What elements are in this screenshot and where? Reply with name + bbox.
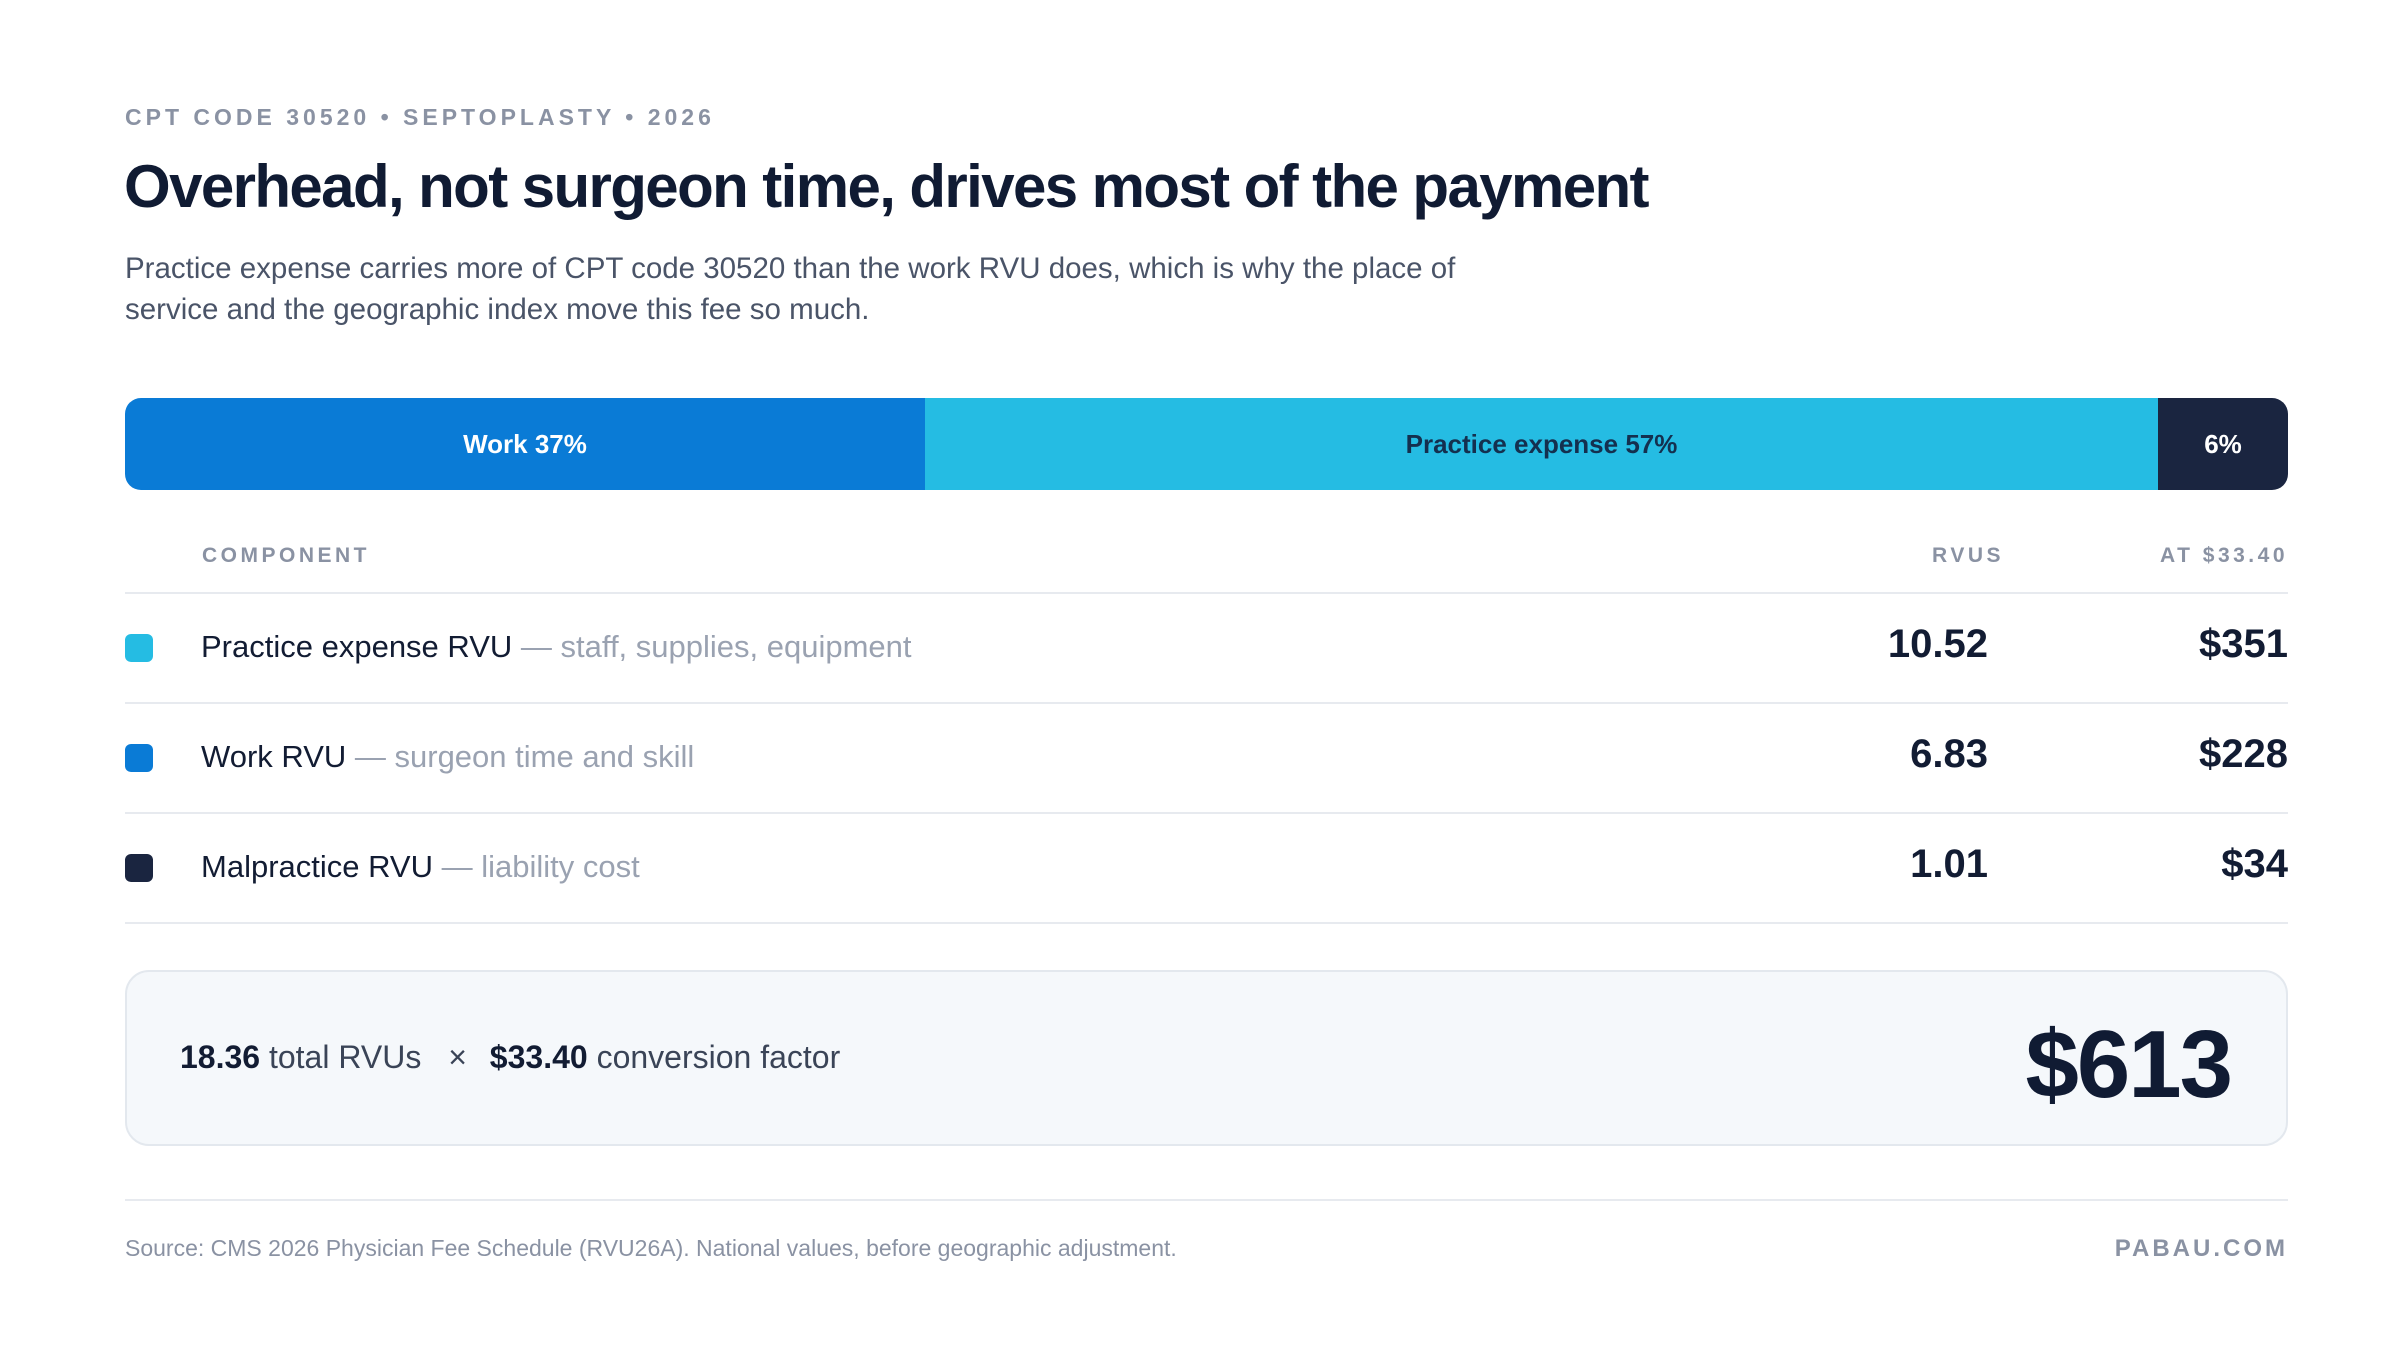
row-rvus: 1.01 [1910, 842, 1988, 886]
bar-segment-label: Practice expense 57% [1405, 428, 1678, 459]
row-description: — staff, supplies, equipment [512, 629, 912, 664]
bar-segment-malpractice: 6% [2158, 398, 2288, 490]
column-header-rvus: RVUS [1932, 544, 2004, 567]
row-label: Malpractice RVU — liability cost [201, 849, 640, 885]
bar-segment-label: 6% [2204, 428, 2242, 459]
bar-segment-label: Work 37% [463, 428, 587, 459]
row-rvus: 10.52 [1887, 622, 1988, 666]
page-title: Overhead, not surgeon time, drives most … [124, 153, 1650, 220]
bar-segment-work: Work 37% [125, 398, 925, 490]
table-row: Practice expense RVU — staff, supplies, … [125, 594, 2288, 702]
footer-divider [125, 1199, 2288, 1201]
conversion-factor-value: $33.40 [489, 1039, 588, 1075]
row-label: Practice expense RVU — staff, supplies, … [201, 629, 912, 665]
row-name: Work RVU [201, 739, 347, 774]
page: CPT CODE 30520 • SEPTOPLASTY • 2026 Over… [0, 0, 2400, 1370]
total-formula: 18.36 total RVUs × $33.40 conversion fac… [180, 1039, 840, 1076]
eyebrow: CPT CODE 30520 • SEPTOPLASTY • 2026 [125, 104, 715, 130]
column-header-component: COMPONENT [202, 544, 370, 567]
source-note: Source: CMS 2026 Physician Fee Schedule … [125, 1235, 1177, 1261]
table-row: Malpractice RVU — liability cost 1.01 $3… [125, 814, 2288, 922]
column-header-dollars: AT $33.40 [2160, 544, 2288, 567]
row-dollars: $34 [2221, 842, 2288, 886]
page-subtitle: Practice expense carries more of CPT cod… [125, 252, 1456, 326]
total-payment: $613 [2025, 1011, 2233, 1118]
row-dollars: $351 [2199, 622, 2288, 666]
stacked-share-bar: Work 37% Practice expense 57% 6% [125, 398, 2288, 490]
total-rvus-value: 18.36 [180, 1039, 261, 1075]
row-description: — liability cost [433, 849, 640, 884]
color-swatch [125, 744, 153, 772]
conversion-factor-label: conversion factor [596, 1039, 841, 1075]
total-rvus-label: total RVUs [268, 1039, 422, 1075]
table-row: Work RVU — surgeon time and skill 6.83 $… [125, 704, 2288, 812]
row-label: Work RVU — surgeon time and skill [201, 739, 694, 775]
color-swatch [125, 854, 153, 882]
table-divider [125, 922, 2288, 924]
bar-segment-practice-expense: Practice expense 57% [925, 398, 2158, 490]
row-name: Malpractice RVU [201, 849, 434, 884]
color-swatch [125, 634, 153, 662]
row-description: — surgeon time and skill [346, 739, 695, 774]
multiply-sign: × [448, 1039, 467, 1075]
brand-mark: PABAU.COM [2114, 1235, 2288, 1262]
row-dollars: $228 [2199, 732, 2288, 776]
total-summary-card: 18.36 total RVUs × $33.40 conversion fac… [125, 970, 2288, 1146]
row-rvus: 6.83 [1910, 732, 1988, 776]
row-name: Practice expense RVU [201, 629, 513, 664]
